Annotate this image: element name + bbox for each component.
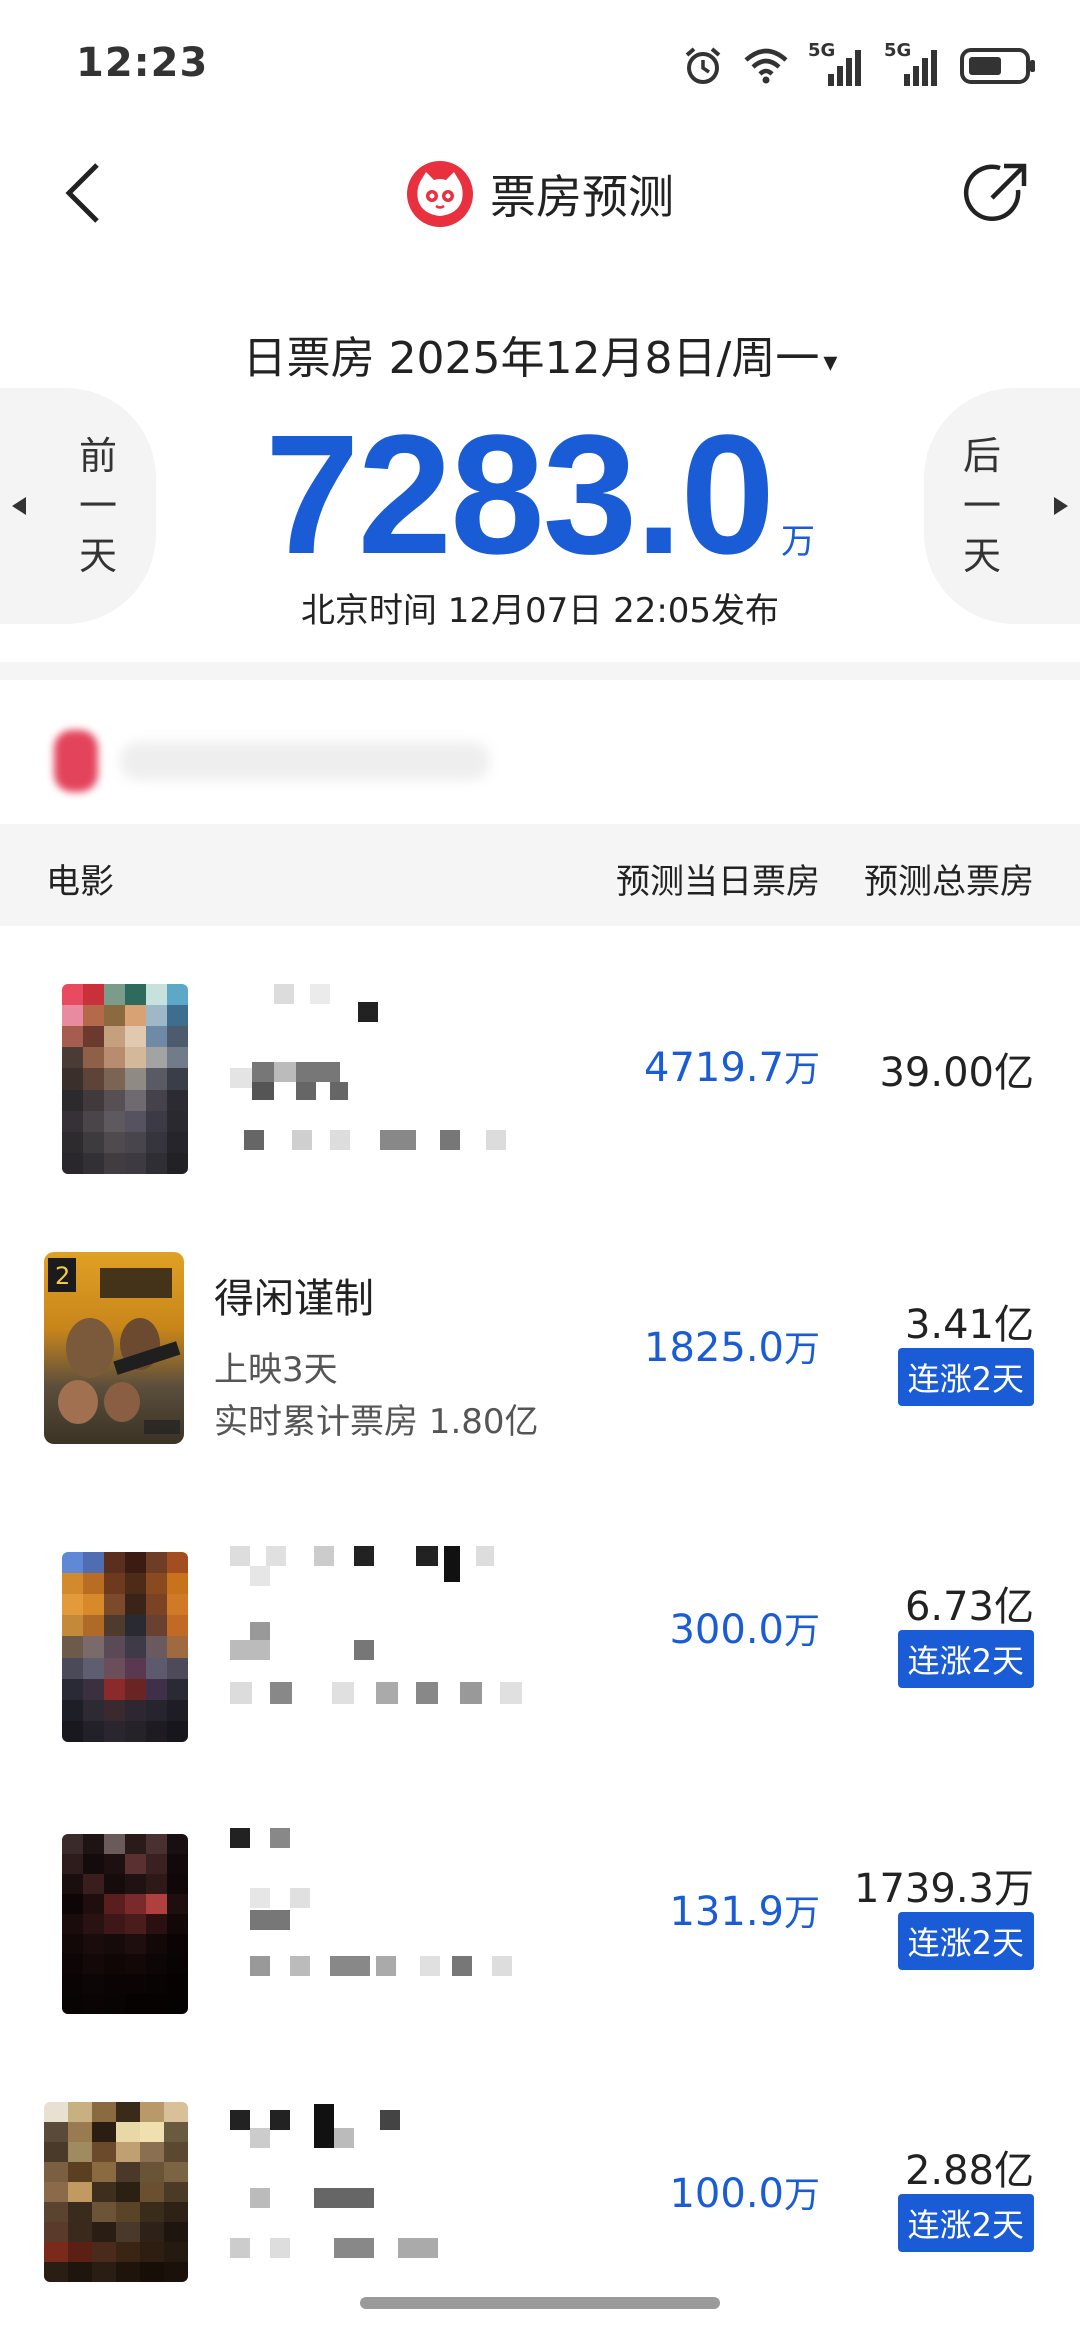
total-forecast: 3.41亿 xyxy=(905,1292,1034,1350)
box-office-unit: 万 xyxy=(780,522,815,562)
daily-unit: 万 xyxy=(783,1329,820,1370)
share-icon xyxy=(963,163,1027,221)
total-forecast: 2.88亿 xyxy=(905,2138,1034,2196)
total-forecast: 1739.3万 xyxy=(854,1856,1034,1914)
poster-mosaic xyxy=(44,2102,188,2282)
date-selector[interactable]: 日票房 2025年12月8日/周一 ▾ xyxy=(0,322,1080,386)
section-divider xyxy=(0,662,1080,680)
header-daily-forecast: 预测当日票房 xyxy=(616,862,820,902)
header-movie: 电影 xyxy=(46,862,114,902)
caret-down-icon: ▾ xyxy=(823,344,838,378)
movie-title: 得闲谨制 xyxy=(214,1276,374,1322)
table-row[interactable]: 4719.7万 39.00亿 xyxy=(0,926,1080,1208)
daily-forecast: 4719.7万 xyxy=(644,1040,820,1092)
total-value: 6.73 xyxy=(904,1584,994,1630)
status-icons: 5G 5G xyxy=(682,40,1038,92)
total-forecast: 6.73亿 xyxy=(905,1574,1034,1632)
home-indicator[interactable] xyxy=(360,2297,720,2309)
total-unit: 亿 xyxy=(994,1584,1034,1630)
publish-time: 北京时间 12月07日 22:05发布 xyxy=(300,591,780,631)
poster-mosaic xyxy=(62,984,188,1174)
movie-poster: 2 xyxy=(44,1252,184,1444)
signal-5g-icon-2: 5G xyxy=(884,40,942,88)
nav-bar: 票房预测 xyxy=(0,130,1080,260)
daily-forecast: 300.0万 xyxy=(669,1602,820,1654)
maoyan-cat-logo-icon xyxy=(407,161,473,227)
streak-badge: 连涨2天 xyxy=(897,1912,1034,1970)
daily-value: 1825.0 xyxy=(644,1325,784,1371)
streak-badge: 连涨2天 xyxy=(897,2194,1034,2252)
header-total-forecast: 预测总票房 xyxy=(864,862,1034,902)
movie-poster xyxy=(62,1552,188,1742)
share-button[interactable] xyxy=(960,158,1032,230)
total-value: 3.41 xyxy=(904,1302,994,1348)
page-title: 票房预测 xyxy=(490,170,674,224)
battery-icon xyxy=(960,48,1035,84)
total-unit: 万 xyxy=(994,1866,1034,1912)
table-row[interactable]: 2 得闲谨制 上映3天 实时累计票房 1.80亿 1825.0万 3.41亿 连… xyxy=(0,1208,1080,1490)
release-days: 上映3天 xyxy=(214,1350,338,1390)
total-unit: 亿 xyxy=(994,1050,1034,1096)
total-unit: 亿 xyxy=(994,2148,1034,2194)
redacted-movie-info xyxy=(230,2098,570,2278)
daily-unit: 万 xyxy=(783,2175,820,2216)
status-bar: 12:23 5G 5G xyxy=(0,0,1080,130)
date-label: 日票房 2025年12月8日/周一 xyxy=(242,333,820,384)
box-office-value: 7283.0 xyxy=(265,400,775,590)
daily-forecast: 1825.0万 xyxy=(644,1320,820,1372)
total-value: 39.00 xyxy=(879,1050,994,1096)
total-value: 2.88 xyxy=(904,2148,994,2194)
cumulative-box-office: 实时累计票房 1.80亿 xyxy=(214,1402,539,1442)
redacted-movie-info xyxy=(230,1534,570,1714)
streak-badge: 连涨2天 xyxy=(897,1348,1034,1406)
table-row[interactable]: 300.0万 6.73亿 连涨2天 xyxy=(0,1490,1080,1772)
daily-value: 4719.7 xyxy=(644,1045,784,1091)
poster-mosaic xyxy=(62,1552,188,1742)
signal-5g-icon: 5G xyxy=(808,40,866,88)
box-office-total: 7283.0 万 xyxy=(0,410,1080,580)
wifi-icon xyxy=(744,48,788,84)
total-unit: 亿 xyxy=(994,1302,1034,1348)
table-row[interactable]: 131.9万 1739.3万 连涨2天 xyxy=(0,1772,1080,2054)
daily-unit: 万 xyxy=(783,1611,820,1652)
table-row[interactable]: 100.0万 2.88亿 连涨2天 xyxy=(0,2054,1080,2336)
blurred-banner xyxy=(40,724,500,794)
daily-forecast: 131.9万 xyxy=(669,1884,820,1936)
poster-mosaic xyxy=(62,1834,188,2014)
daily-value: 131.9 xyxy=(669,1889,784,1935)
streak-badge: 连涨2天 xyxy=(897,1630,1034,1688)
daily-value: 300.0 xyxy=(669,1607,784,1653)
nav-title-group: 票房预测 xyxy=(0,160,1080,228)
movie-poster xyxy=(62,984,188,1174)
table-header: 电影 预测当日票房 预测总票房 xyxy=(0,824,1080,926)
box-office-forecast-screen: 12:23 5G 5G 票房预测 日票房 2025年12月8日/周一 ▾ 前 一… xyxy=(0,0,1080,2337)
status-time: 12:23 xyxy=(76,40,209,86)
daily-forecast: 100.0万 xyxy=(669,2166,820,2218)
total-forecast: 39.00亿 xyxy=(879,1040,1034,1098)
daily-unit: 万 xyxy=(783,1893,820,1934)
daily-unit: 万 xyxy=(783,1049,820,1090)
blurred-logo xyxy=(54,730,98,792)
blurred-text xyxy=(120,742,490,780)
poster-art: 2 xyxy=(48,1258,181,1434)
redacted-movie-info xyxy=(230,1816,570,1996)
movie-poster xyxy=(44,2102,188,2282)
alarm-icon xyxy=(685,47,721,84)
redacted-movie-info xyxy=(230,970,570,1150)
daily-value: 100.0 xyxy=(669,2171,784,2217)
svg-text:2: 2 xyxy=(55,1262,70,1290)
total-value: 1739.3 xyxy=(854,1866,994,1912)
movie-poster xyxy=(62,1834,188,2014)
